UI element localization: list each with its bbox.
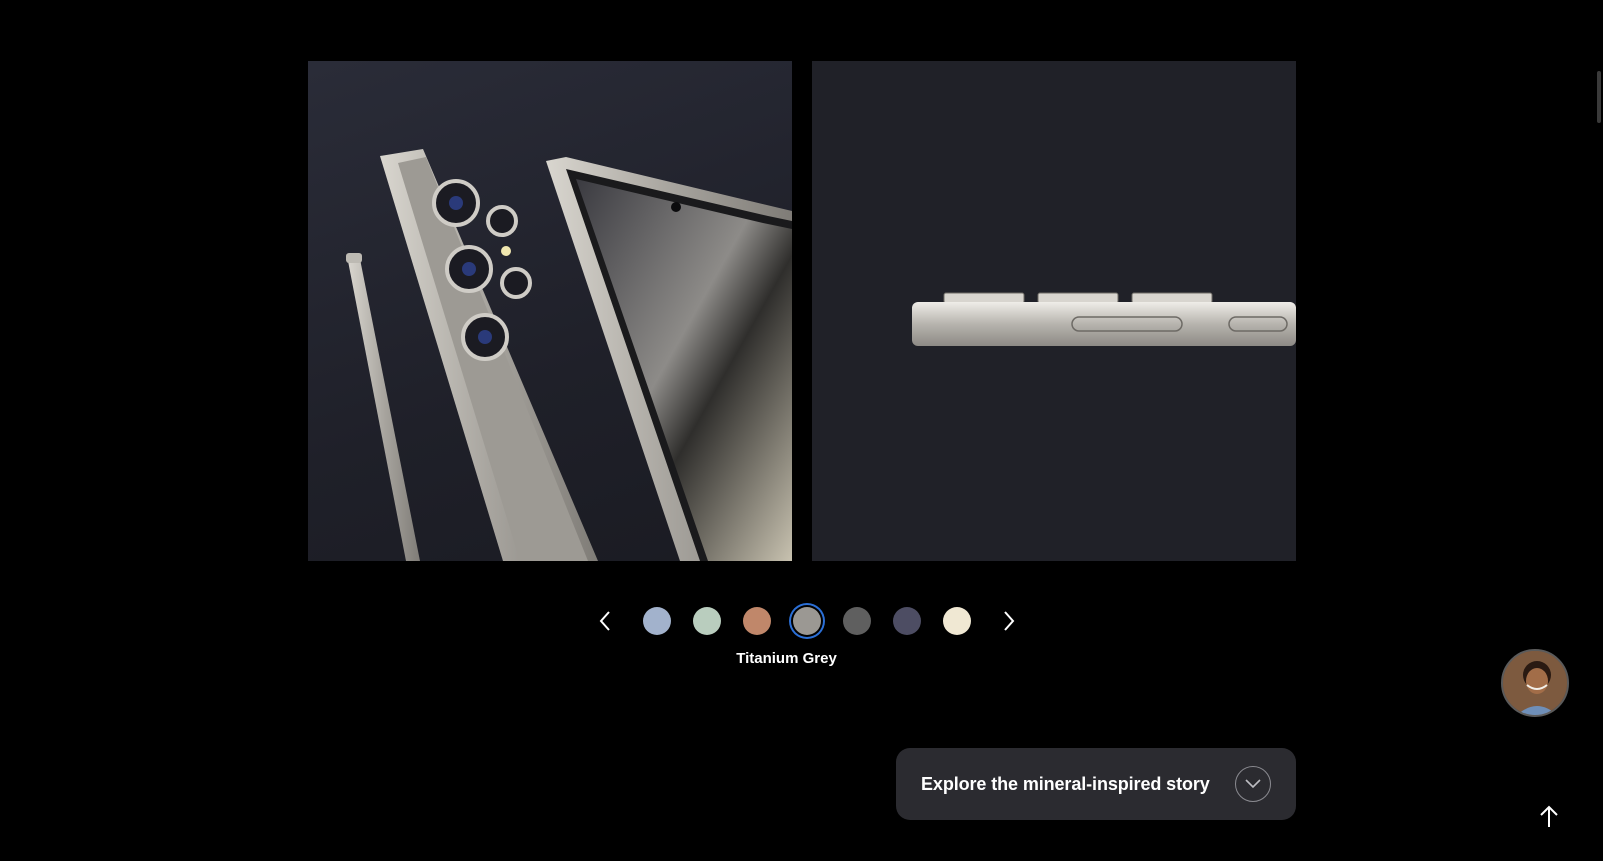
- chat-avatar-button[interactable]: [1501, 649, 1569, 717]
- chevron-right-icon: [1004, 611, 1015, 631]
- swatch-titanium-orange[interactable]: [743, 607, 771, 635]
- scrollbar-thumb[interactable]: [1597, 71, 1601, 123]
- selected-color-text: Titanium Grey: [736, 650, 837, 667]
- swatch-titanium-blue[interactable]: [643, 607, 671, 635]
- color-next-button[interactable]: [992, 604, 1026, 638]
- chat-avatar-icon: [1503, 651, 1567, 715]
- swatch-titanium-violet[interactable]: [893, 607, 921, 635]
- gallery-image-right: [812, 61, 1296, 561]
- swatch-titanium-black[interactable]: [843, 607, 871, 635]
- back-to-top-button[interactable]: [1535, 802, 1563, 830]
- phone-side-illustration: [912, 292, 1296, 346]
- explore-story-button[interactable]: Explore the mineral-inspired story: [896, 748, 1296, 820]
- chevron-down-icon: [1235, 766, 1271, 802]
- gallery-image-left: [308, 61, 792, 561]
- selected-color-label: Titanium Grey: [0, 650, 1603, 667]
- swatch-titanium-yellow[interactable]: [943, 607, 971, 635]
- chevron-left-icon: [599, 611, 610, 631]
- explore-story-label: Explore the mineral-inspired story: [921, 773, 1210, 794]
- color-prev-button[interactable]: [588, 604, 622, 638]
- color-selector: [588, 604, 1026, 638]
- swatch-titanium-green[interactable]: [693, 607, 721, 635]
- arrow-up-icon: [1540, 805, 1558, 827]
- phone-back-front-illustration: [346, 149, 792, 561]
- swatch-titanium-grey[interactable]: [793, 607, 821, 635]
